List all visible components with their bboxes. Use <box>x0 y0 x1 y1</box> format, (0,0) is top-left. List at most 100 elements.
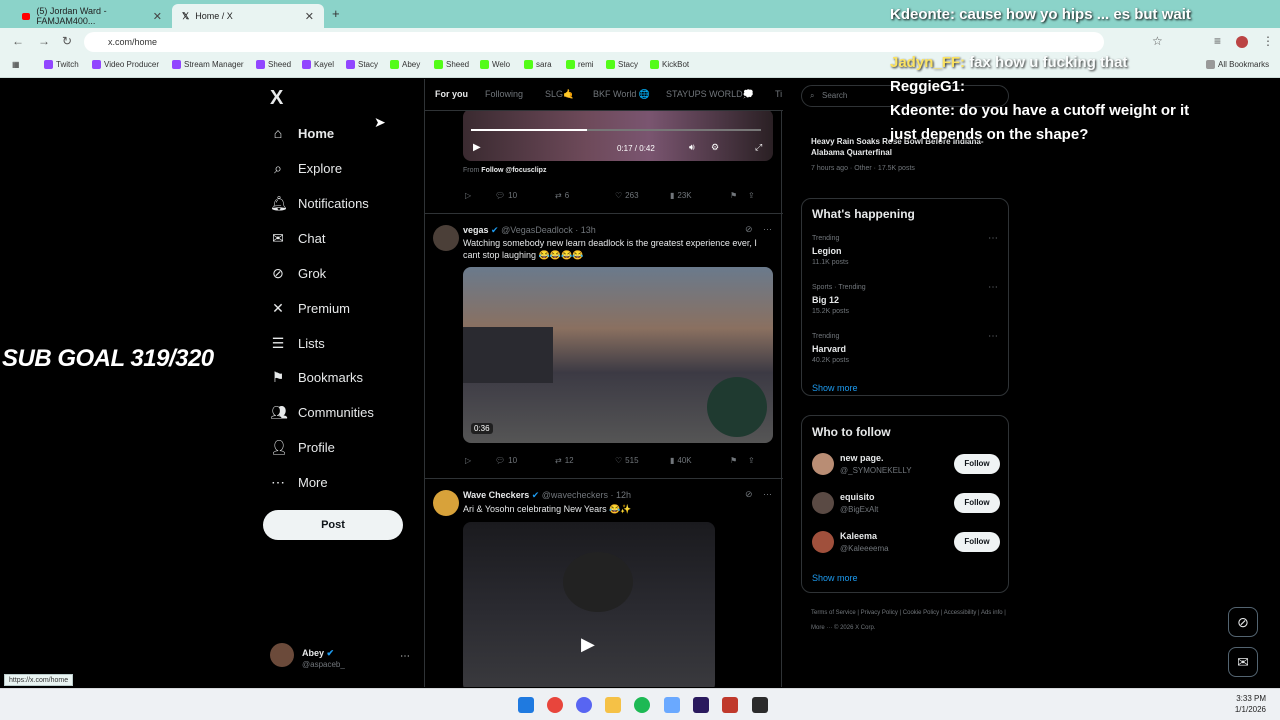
like-button[interactable]: ♡ 263 <box>615 191 670 200</box>
bookmark-item[interactable]: remi <box>566 60 594 69</box>
sidebar-item-chat[interactable]: ✉ Chat <box>270 230 325 247</box>
reload-icon[interactable]: ↻ <box>62 34 72 48</box>
close-tab-icon[interactable]: ✕ <box>153 10 162 23</box>
browser-tab-youtube[interactable]: (5) Jordan Ward - FAMJAM400... ✕ <box>12 4 172 28</box>
follow-button[interactable]: Follow <box>954 493 1000 513</box>
tweet-video[interactable]: 0:36 <box>463 267 773 443</box>
tab-stayups-world[interactable]: STAYUPS WORLD💭 <box>666 89 754 100</box>
author-name[interactable]: vegas <box>463 225 489 235</box>
post-button[interactable]: Post <box>263 510 403 540</box>
more-options-icon[interactable]: ⋯ <box>988 233 998 244</box>
avatar[interactable] <box>433 490 459 516</box>
discord-icon[interactable] <box>576 697 592 713</box>
reply-button[interactable]: 💬︎ 10 <box>495 191 555 200</box>
menu-icon[interactable]: ⋮ <box>1262 34 1274 48</box>
bookmark-item[interactable]: Stream Manager <box>172 60 244 69</box>
new-tab-button[interactable]: + <box>332 6 340 21</box>
sidebar-item-bookmarks[interactable]: ⚑ Bookmarks <box>270 369 363 386</box>
sidebar-item-notifications[interactable]: 🔔︎ Notifications <box>270 195 369 212</box>
bookmark-item[interactable]: Stacy <box>346 60 378 69</box>
who-name[interactable]: Kaleema <box>840 531 877 541</box>
tweet-video[interactable]: ▶ <box>463 522 715 687</box>
bookmark-icon[interactable]: ⚑ <box>730 456 748 465</box>
who-name[interactable]: new page. <box>840 453 884 463</box>
more-options-icon[interactable]: ⋯ <box>763 489 772 500</box>
avatar[interactable] <box>812 453 834 475</box>
views-button[interactable]: ▮ 40K <box>670 456 730 465</box>
show-more-link[interactable]: Show more <box>812 573 858 583</box>
sidebar-item-premium[interactable]: ✕ Premium <box>270 300 350 317</box>
tab-bkf-world[interactable]: BKF World 🌐 <box>593 89 650 100</box>
play-icon[interactable]: ▶ <box>473 142 481 153</box>
sidebar-item-more[interactable]: ⋯ More <box>270 474 328 491</box>
apps-icon[interactable]: ▦ <box>12 60 20 69</box>
trend-name[interactable]: Legion <box>812 246 842 256</box>
grok-icon[interactable]: ⊘ <box>745 224 753 235</box>
bookmark-item[interactable]: Stacy <box>606 60 638 69</box>
sidebar-item-lists[interactable]: ☰ Lists <box>270 335 325 352</box>
file-explorer-icon[interactable] <box>605 697 621 713</box>
trend-name[interactable]: Harvard <box>812 344 846 354</box>
follow-button[interactable]: Follow <box>954 532 1000 552</box>
tab-following[interactable]: Following <box>485 89 523 99</box>
views-graph-icon[interactable]: ▷ <box>465 456 495 465</box>
bookmark-item[interactable]: KickBot <box>650 60 689 69</box>
repost-button[interactable]: ⇄ 12 <box>555 456 615 465</box>
grok-icon[interactable]: ⊘ <box>1228 607 1258 637</box>
system-clock[interactable]: 3:33 PM 1/1/2026 <box>1235 693 1266 715</box>
reply-button[interactable]: 💬︎ 10 <box>495 456 555 465</box>
views-graph-icon[interactable]: ▷ <box>465 191 495 200</box>
windows-start-icon[interactable] <box>518 697 534 713</box>
bookmark-icon[interactable]: ⚑ <box>730 191 748 200</box>
bookmark-item[interactable]: Twitch <box>44 60 79 69</box>
tab-overflow[interactable]: Ti <box>775 89 782 99</box>
avatar[interactable] <box>433 225 459 251</box>
back-icon[interactable]: ← <box>12 34 24 48</box>
author-name[interactable]: Wave Checkers <box>463 490 529 500</box>
bookmark-item[interactable]: Video Producer <box>92 60 159 69</box>
premiere-icon[interactable] <box>693 697 709 713</box>
account-name[interactable]: Abey ✔ <box>302 648 334 659</box>
show-more-link[interactable]: Show more <box>812 383 858 393</box>
bookmark-star-icon[interactable]: ☆ <box>1152 34 1163 48</box>
bookmark-item[interactable]: Welo <box>480 60 510 69</box>
browser-tab-x-home[interactable]: 𝕏 Home / X ✕ <box>172 4 324 28</box>
app-icon[interactable] <box>722 697 738 713</box>
x-logo[interactable]: X <box>270 87 283 110</box>
volume-icon[interactable]: 🔊︎ <box>689 142 695 153</box>
follow-button[interactable]: Follow <box>954 454 1000 474</box>
extensions-icon[interactable]: ≡ <box>1214 34 1221 48</box>
tab-slg[interactable]: SLG🤙 <box>545 89 574 100</box>
more-options-icon[interactable]: ⋯ <box>988 331 998 342</box>
spotify-icon[interactable] <box>634 697 650 713</box>
sidebar-item-home[interactable]: ⌂ Home <box>270 125 334 141</box>
more-options-icon[interactable]: ⋯ <box>988 282 998 293</box>
play-icon[interactable]: ▶ <box>581 634 595 655</box>
sidebar-item-profile[interactable]: 👤︎ Profile <box>270 439 335 456</box>
bookmark-item[interactable]: Kayel <box>302 60 334 69</box>
profile-avatar[interactable] <box>1236 36 1248 48</box>
share-icon[interactable]: ⇪ <box>748 191 755 200</box>
obs-icon[interactable] <box>752 697 768 713</box>
avatar[interactable] <box>270 643 294 667</box>
mail-icon[interactable]: ✉ <box>1228 647 1258 677</box>
tweet-video[interactable]: ▶ 0:17 / 0:42 🔊︎ ⚙ ⤢ <box>463 109 773 161</box>
who-name[interactable]: equisito <box>840 492 875 502</box>
app-icon[interactable] <box>664 697 680 713</box>
chrome-icon[interactable] <box>547 697 563 713</box>
all-bookmarks[interactable]: All Bookmarks <box>1206 60 1269 69</box>
trend-name[interactable]: Big 12 <box>812 295 839 305</box>
forward-icon[interactable]: → <box>38 34 50 48</box>
sidebar-item-communities[interactable]: 👥︎ Communities <box>270 404 374 421</box>
avatar[interactable] <box>812 492 834 514</box>
settings-icon[interactable]: ⚙ <box>711 142 719 153</box>
tab-for-you[interactable]: For you <box>435 89 468 99</box>
like-button[interactable]: ♡ 515 <box>615 456 670 465</box>
footer-links[interactable]: Terms of Service | Privacy Policy | Cook… <box>811 606 1011 636</box>
bookmark-item[interactable]: Sheed <box>434 60 469 69</box>
share-icon[interactable]: ⇪ <box>748 456 755 465</box>
repost-button[interactable]: ⇄ 6 <box>555 191 615 200</box>
sidebar-item-explore[interactable]: ⌕ Explore <box>270 160 342 177</box>
bookmark-item[interactable]: sara <box>524 60 552 69</box>
more-options-icon[interactable]: ⋯ <box>763 224 772 235</box>
